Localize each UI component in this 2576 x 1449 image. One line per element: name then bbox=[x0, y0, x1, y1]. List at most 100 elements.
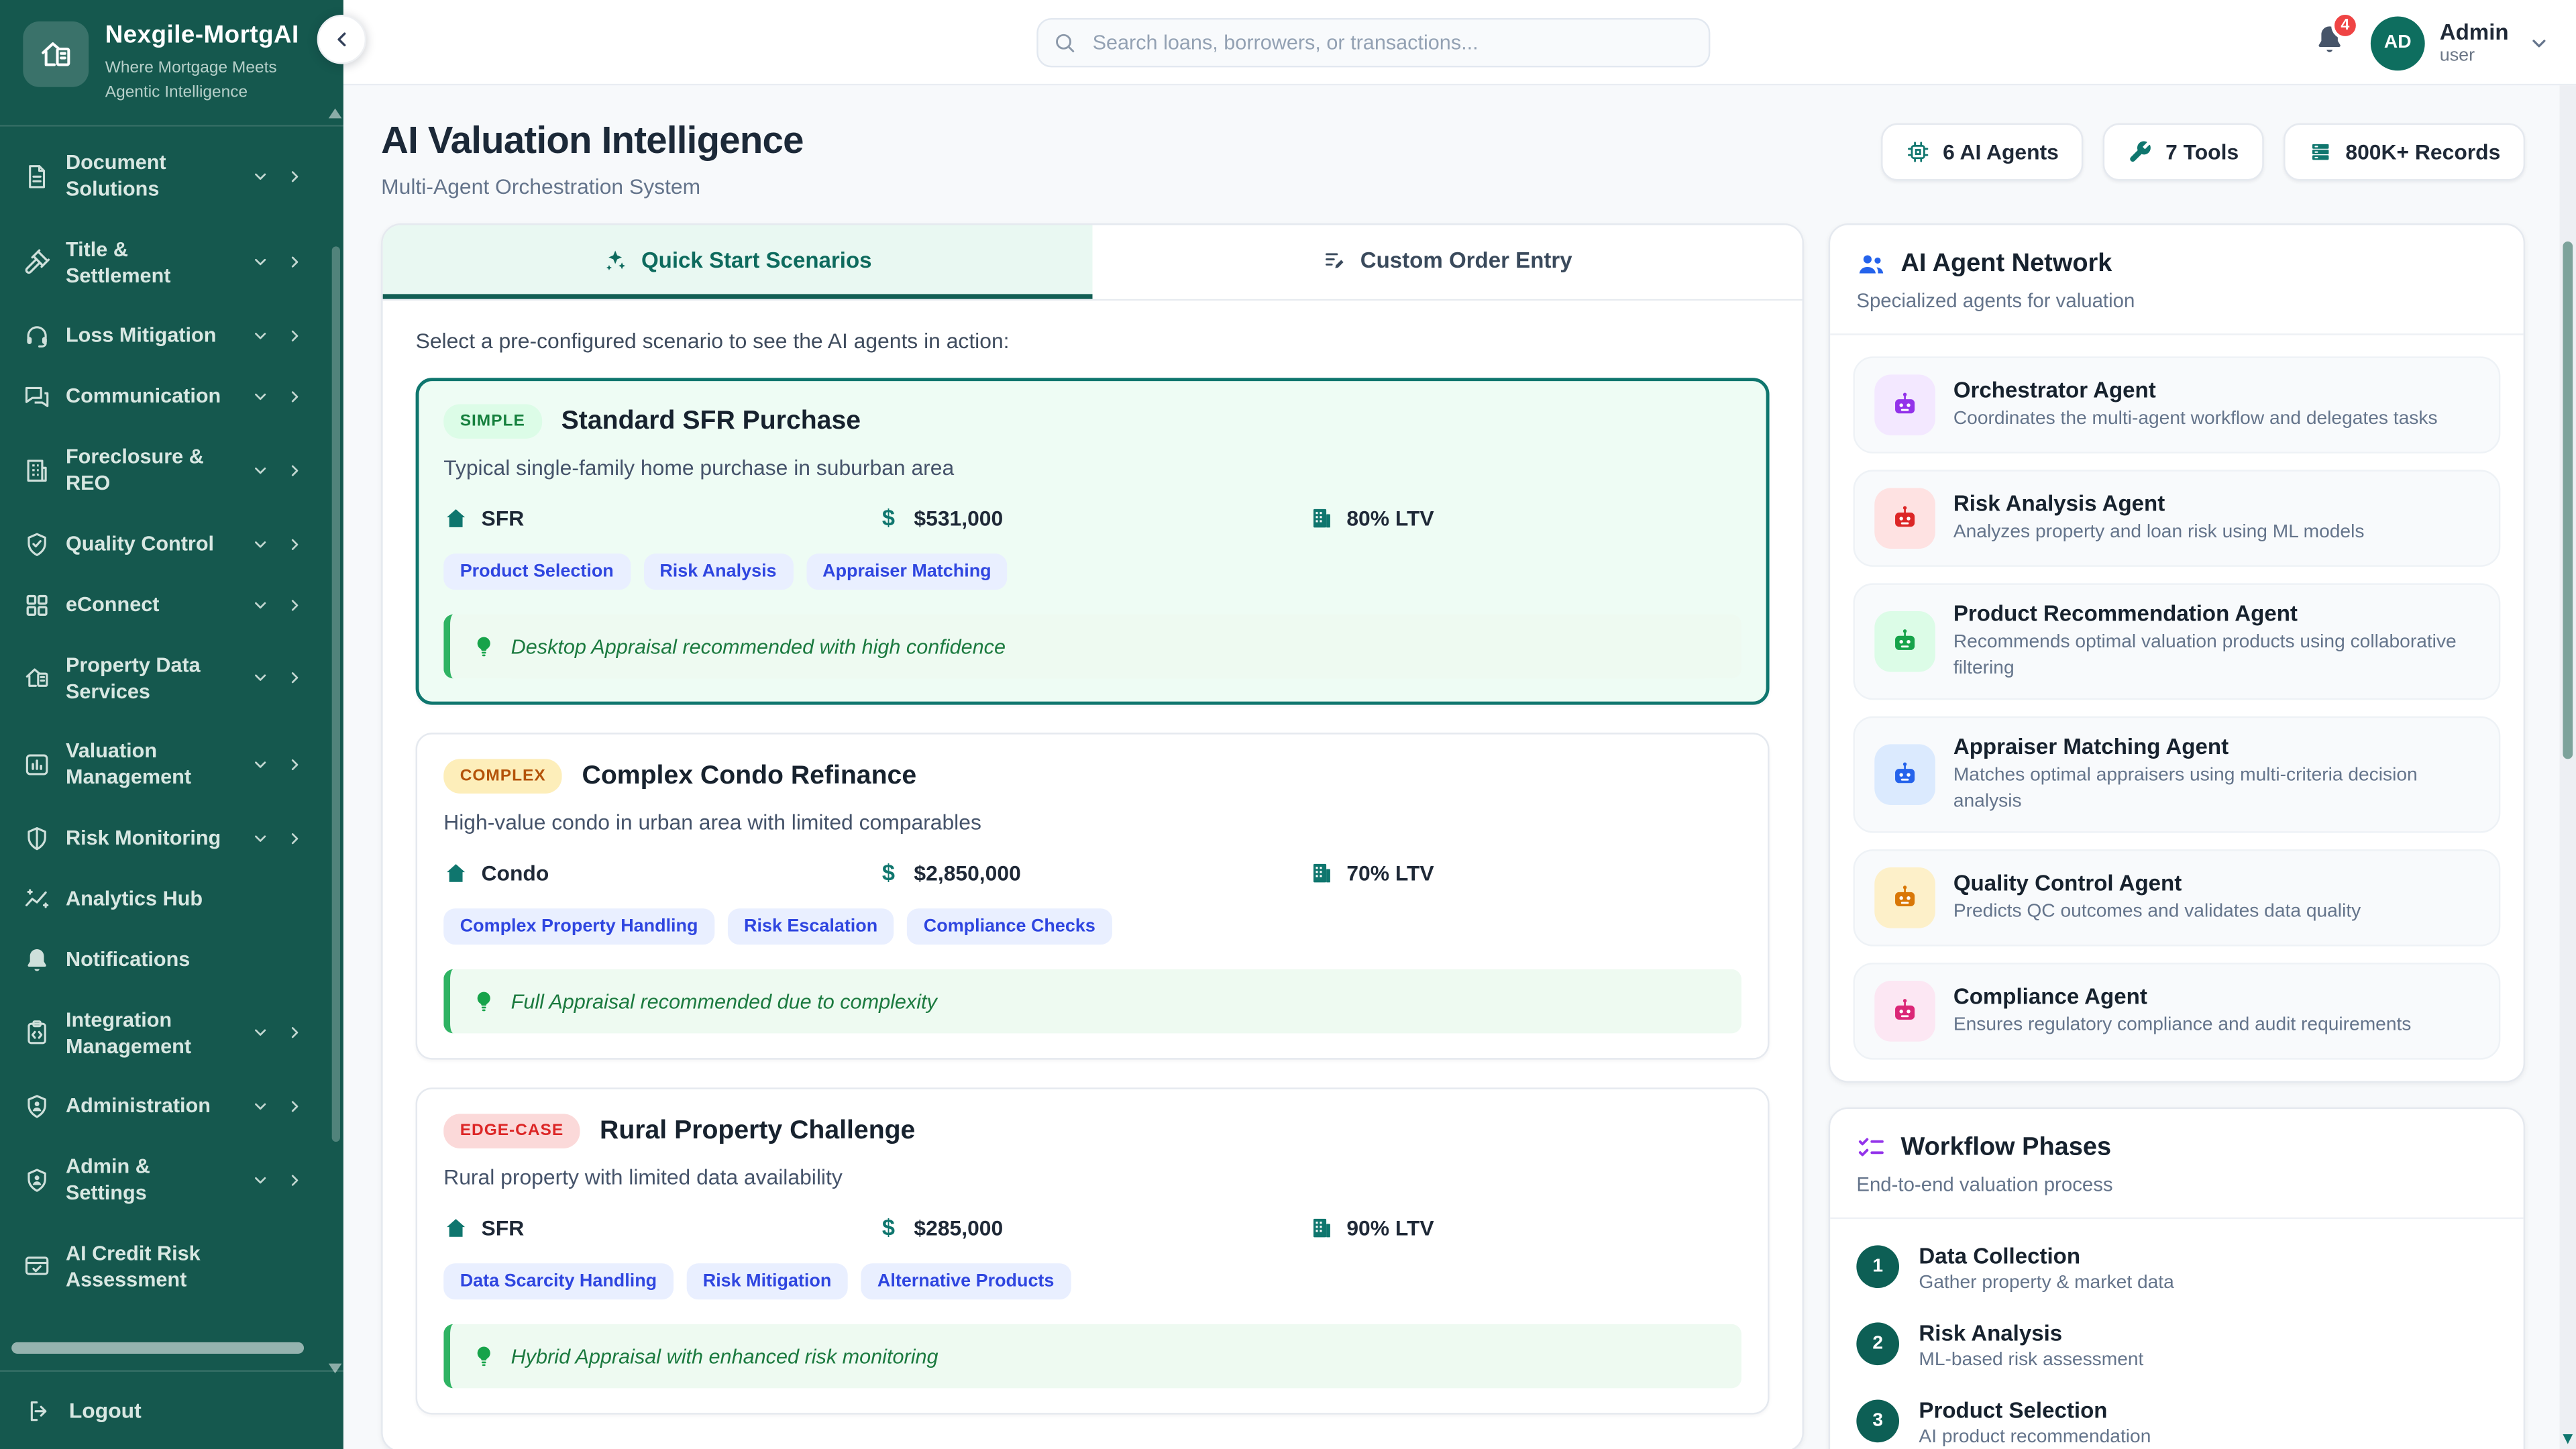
scroll-down-arrow-icon[interactable] bbox=[2562, 1434, 2572, 1444]
chevron-down-icon[interactable] bbox=[252, 755, 270, 773]
loan-amount-stat: $$285,000 bbox=[876, 1214, 1309, 1240]
page-scrollbar[interactable] bbox=[2560, 85, 2576, 1449]
chevron-down-icon[interactable] bbox=[252, 1024, 270, 1042]
chevron-down-icon[interactable] bbox=[252, 327, 270, 345]
scenario-tag: Risk Escalation bbox=[728, 908, 894, 945]
tab-custom-order-entry[interactable]: Custom Order Entry bbox=[1093, 225, 1803, 299]
user-name: Admin bbox=[2440, 20, 2509, 46]
notifications-button[interactable]: 4 bbox=[2313, 22, 2346, 63]
phase-list: 1 Data CollectionGather property & marke… bbox=[1830, 1219, 2523, 1449]
chevron-right-icon[interactable] bbox=[286, 1024, 304, 1042]
agent-risk-analysis[interactable]: Risk Analysis AgentAnalyzes property and… bbox=[1853, 470, 2500, 566]
sidebar-item-valuation-management[interactable]: Valuation Management bbox=[0, 721, 343, 808]
bank-icon bbox=[1309, 505, 1334, 530]
agent-orchestrator[interactable]: Orchestrator AgentCoordinates the multi-… bbox=[1853, 356, 2500, 453]
page-scrollbar-thumb[interactable] bbox=[2563, 241, 2573, 759]
page-title: AI Valuation Intelligence bbox=[381, 118, 804, 162]
scenario-tag: Risk Analysis bbox=[643, 553, 793, 590]
agent-network-subtitle: Specialized agents for valuation bbox=[1856, 289, 2497, 312]
chevron-down-icon[interactable] bbox=[252, 254, 270, 272]
chevron-right-icon[interactable] bbox=[286, 388, 304, 406]
sidebar-horizontal-scrollbar[interactable] bbox=[11, 1342, 304, 1354]
lightbulb-icon bbox=[472, 634, 496, 659]
phase-number: 1 bbox=[1856, 1245, 1899, 1288]
chevron-down-icon[interactable] bbox=[252, 669, 270, 687]
scenario-description: Typical single-family home purchase in s… bbox=[443, 455, 1741, 480]
wrench-icon bbox=[2128, 140, 2153, 164]
sidebar-item-admin-settings[interactable]: Admin & Settings bbox=[0, 1137, 343, 1224]
app-logo: Nexgile-MortgAI Where Mortgage Meets Age… bbox=[0, 0, 343, 127]
sidebar-item-quality-control[interactable]: Quality Control bbox=[0, 513, 343, 574]
ai-agents-stat-chip[interactable]: 6 AI Agents bbox=[1880, 123, 2084, 181]
sidebar-item-communication[interactable]: Communication bbox=[0, 366, 343, 427]
sidebar-item-econnect[interactable]: eConnect bbox=[0, 574, 343, 635]
bank-icon bbox=[1309, 860, 1334, 885]
sidebar-collapse-button[interactable] bbox=[317, 15, 366, 64]
chevron-right-icon[interactable] bbox=[286, 829, 304, 847]
sidebar-item-property-data-services[interactable]: Property Data Services bbox=[0, 635, 343, 722]
page-content: AI Valuation Intelligence Multi-Agent Or… bbox=[343, 85, 2576, 1449]
logout-button[interactable]: Logout bbox=[0, 1370, 343, 1449]
agent-list: Orchestrator AgentCoordinates the multi-… bbox=[1830, 335, 2523, 1081]
chevron-right-icon[interactable] bbox=[286, 1171, 304, 1189]
tab-bar: Quick Start Scenarios Custom Order Entry bbox=[383, 225, 1803, 301]
user-role: user bbox=[2440, 46, 2509, 65]
chevron-down-icon[interactable] bbox=[252, 1171, 270, 1189]
user-menu[interactable]: AD Admin user bbox=[2371, 15, 2550, 70]
scenario-card-rural-property-challenge[interactable]: EDGE-CASE Rural Property Challenge Rural… bbox=[416, 1087, 1770, 1414]
bank-icon bbox=[1309, 1215, 1334, 1240]
sidebar-item-risk-monitoring[interactable]: Risk Monitoring bbox=[0, 808, 343, 869]
agent-quality-control[interactable]: Quality Control AgentPredicts QC outcome… bbox=[1853, 849, 2500, 946]
sidebar-item-ai-credit-risk-assessment[interactable]: AI Credit Risk Assessment bbox=[0, 1223, 343, 1309]
agent-appraiser-matching[interactable]: Appraiser Matching AgentMatches optimal … bbox=[1853, 716, 2500, 833]
chevron-right-icon[interactable] bbox=[286, 1097, 304, 1116]
chevron-right-icon[interactable] bbox=[286, 327, 304, 345]
sidebar-item-foreclosure-reo[interactable]: Foreclosure & REO bbox=[0, 427, 343, 514]
tools-stat-chip[interactable]: 7 Tools bbox=[2103, 123, 2263, 181]
scroll-up-arrow-icon[interactable] bbox=[329, 109, 342, 119]
chevron-right-icon[interactable] bbox=[286, 596, 304, 614]
sidebar-item-title-settlement[interactable]: Title & Settlement bbox=[0, 219, 343, 306]
chevron-right-icon[interactable] bbox=[286, 535, 304, 553]
scenario-card-standard-sfr-purchase[interactable]: SIMPLE Standard SFR Purchase Typical sin… bbox=[416, 378, 1770, 704]
sidebar-item-notifications[interactable]: Notifications bbox=[0, 929, 343, 990]
scenario-card-complex-condo-refinance[interactable]: COMPLEX Complex Condo Refinance High-val… bbox=[416, 733, 1770, 1059]
database-icon bbox=[2308, 140, 2332, 164]
app-name: Nexgile-MortgAI bbox=[105, 21, 324, 50]
phase-number: 3 bbox=[1856, 1400, 1899, 1443]
sidebar-item-integration-management[interactable]: Integration Management bbox=[0, 990, 343, 1077]
chevron-right-icon[interactable] bbox=[286, 462, 304, 480]
scenarios-body: Select a pre-configured scenario to see … bbox=[383, 301, 1803, 1449]
sidebar-item-document-solutions[interactable]: Document Solutions bbox=[0, 133, 343, 219]
sidebar-vertical-scrollbar[interactable] bbox=[332, 246, 340, 1142]
chevron-down-icon[interactable] bbox=[252, 1097, 270, 1116]
agent-product-recommendation[interactable]: Product Recommendation AgentRecommends o… bbox=[1853, 583, 2500, 700]
chevron-down-icon[interactable] bbox=[252, 462, 270, 480]
chevron-right-icon[interactable] bbox=[286, 167, 304, 185]
chevron-right-icon[interactable] bbox=[286, 669, 304, 687]
sidebar-item-analytics-hub[interactable]: Analytics Hub bbox=[0, 868, 343, 929]
sidebar-item-loss-mitigation[interactable]: Loss Mitigation bbox=[0, 306, 343, 367]
chevron-down-icon[interactable] bbox=[252, 535, 270, 553]
avatar: AD bbox=[2371, 15, 2425, 70]
agent-compliance[interactable]: Compliance AgentEnsures regulatory compl… bbox=[1853, 963, 2500, 1059]
chevron-right-icon[interactable] bbox=[286, 755, 304, 773]
sidebar-item-administration[interactable]: Administration bbox=[0, 1076, 343, 1137]
records-stat-chip[interactable]: 800K+ Records bbox=[2283, 123, 2525, 181]
scenario-tag: Product Selection bbox=[443, 553, 630, 590]
chevron-left-icon bbox=[330, 28, 353, 51]
recommendation-note: Hybrid Appraisal with enhanced risk moni… bbox=[443, 1324, 1741, 1389]
robot-icon bbox=[1874, 745, 1935, 806]
chevron-down-icon[interactable] bbox=[252, 829, 270, 847]
tab-quick-start-scenarios[interactable]: Quick Start Scenarios bbox=[383, 225, 1093, 299]
agent-network-title: AI Agent Network bbox=[1900, 250, 2112, 279]
chevron-down-icon[interactable] bbox=[252, 596, 270, 614]
chevron-down-icon[interactable] bbox=[252, 167, 270, 185]
search-input[interactable] bbox=[1036, 18, 1710, 67]
chevron-down-icon[interactable] bbox=[252, 388, 270, 406]
scenarios-panel: Quick Start Scenarios Custom Order Entry… bbox=[381, 223, 1804, 1449]
recommendation-note: Full Appraisal recommended due to comple… bbox=[443, 969, 1741, 1034]
chevron-right-icon[interactable] bbox=[286, 254, 304, 272]
main-area: 4 AD Admin user AI Valuation Intelligenc… bbox=[343, 0, 2576, 1449]
grid-icon bbox=[23, 590, 51, 619]
